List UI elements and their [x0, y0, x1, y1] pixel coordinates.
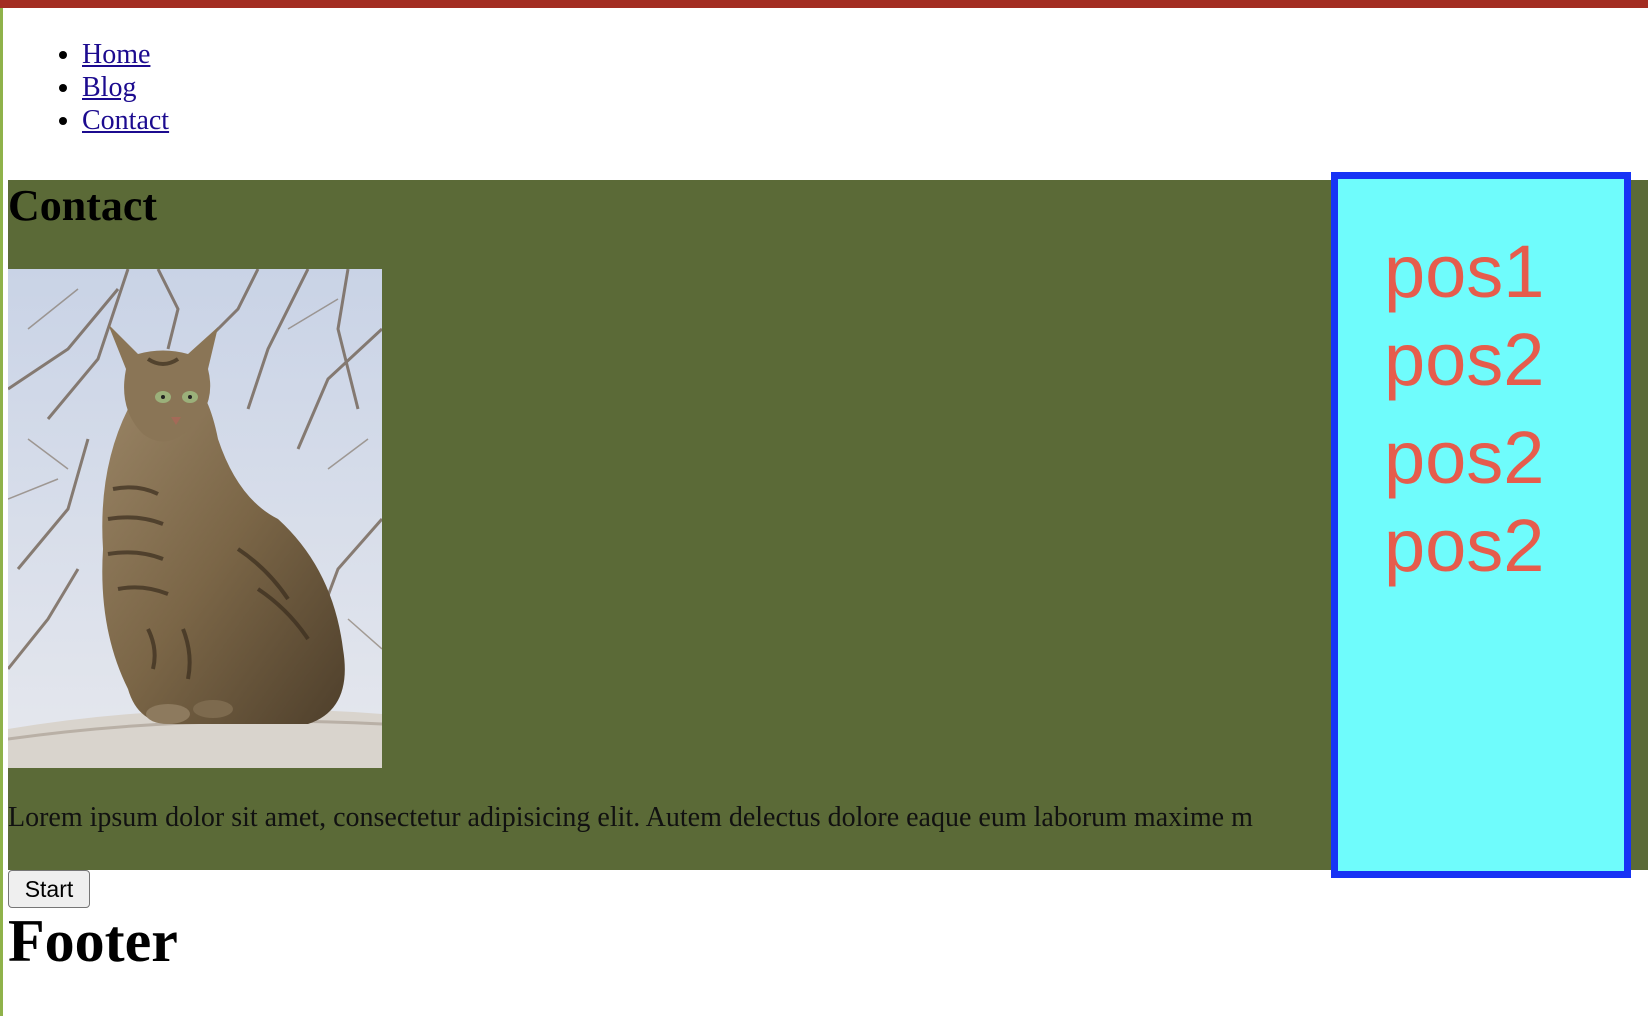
side-panel: pos1 pos2 pos2 pos2 [1331, 172, 1631, 878]
nav-list: Home Blog Contact [40, 38, 169, 137]
nav-link-blog[interactable]: Blog [82, 72, 136, 103]
body-paragraph: Lorem ipsum dolor sit amet, consectetur … [8, 802, 1560, 834]
nav-item-home: Home [82, 38, 169, 71]
nav-item-contact: Contact [82, 104, 169, 137]
nav-link-contact[interactable]: Contact [82, 105, 169, 136]
start-button[interactable]: Start [8, 870, 90, 908]
nav-link-home[interactable]: Home [82, 39, 150, 70]
cat-image [8, 269, 382, 768]
left-edge-border [0, 8, 3, 1016]
panel-item-pos2-a: pos2 [1384, 318, 1545, 401]
section-title: Contact [8, 181, 158, 230]
panel-item-pos1: pos1 [1384, 230, 1545, 313]
body-paragraph-text: Lorem ipsum dolor sit amet, consectetur … [8, 802, 1253, 833]
panel-item-pos2-c: pos2 [1384, 504, 1545, 587]
panel-item-pos2-b: pos2 [1384, 416, 1545, 499]
top-accent-bar [0, 0, 1648, 8]
nav-item-blog: Blog [82, 71, 169, 104]
footer-title: Footer [8, 908, 178, 974]
